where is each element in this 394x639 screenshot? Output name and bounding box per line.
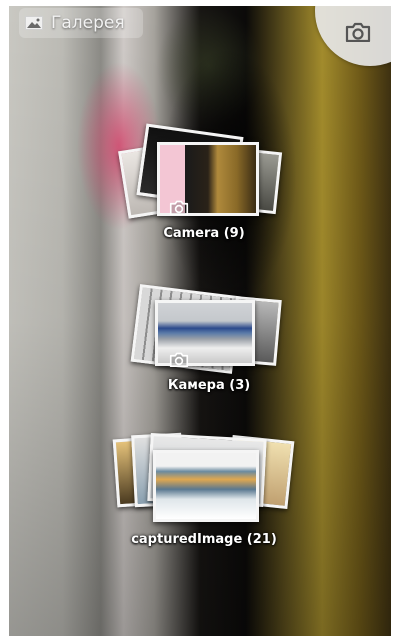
app-title-bar[interactable]: Галерея — [19, 8, 143, 38]
gallery-screen: Галерея Camera (9) Камера (3) capturedIm… — [9, 6, 391, 636]
album-label: capturedImage (21) — [131, 532, 277, 547]
camera-button[interactable] — [315, 6, 391, 66]
album-label: Камера (3) — [167, 378, 251, 393]
camera-icon — [169, 352, 189, 367]
gallery-icon — [25, 16, 43, 30]
album-camera[interactable]: Camera (9) — [118, 122, 287, 241]
album-thumbnail-stack — [129, 276, 289, 376]
album-thumbnail-stack — [118, 122, 287, 234]
camera-icon — [169, 200, 189, 215]
app-title: Галерея — [51, 13, 125, 33]
camera-icon — [345, 22, 371, 42]
album-label: Camera (9) — [163, 226, 245, 241]
album-captured-image[interactable]: capturedImage (21) — [112, 428, 295, 547]
album-kamera[interactable]: Камера (3) — [129, 276, 289, 393]
album-thumbnail-stack — [112, 428, 295, 528]
album-cover-photo — [153, 450, 259, 522]
